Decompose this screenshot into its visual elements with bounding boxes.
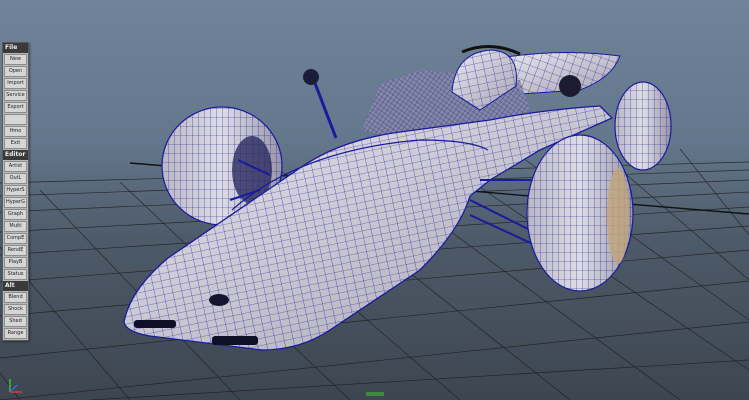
3d-viewport[interactable]	[0, 0, 749, 400]
menu-item-button[interactable]: CompE	[4, 233, 27, 244]
menu-item-button[interactable]: Import	[4, 78, 27, 89]
menu-item-button[interactable]: Blend	[4, 292, 27, 303]
menu-item-button[interactable]: OutL	[4, 173, 27, 184]
menu-item-button[interactable]: Multi	[4, 221, 27, 232]
menu-section-header: Alt	[3, 281, 28, 291]
menu-item-button[interactable]: New	[4, 54, 27, 65]
menu-item-button[interactable]: Service	[4, 90, 27, 101]
menu-item-button[interactable]: Exit	[4, 138, 27, 149]
menu-item-button[interactable]: RendE	[4, 245, 27, 256]
xyz-axis-icon	[6, 374, 28, 396]
menu-item-button[interactable]	[4, 114, 27, 125]
menu-item-button[interactable]: PlayB	[4, 257, 27, 268]
menu-item-button[interactable]: Hmo	[4, 126, 27, 137]
menu-item-button[interactable]: Export	[4, 102, 27, 113]
side-mirror[interactable]	[303, 69, 338, 139]
menu-item-button[interactable]: Shock	[4, 304, 27, 315]
menu-item-button[interactable]: HyperG	[4, 197, 27, 208]
menu-item-button[interactable]: Open	[4, 66, 27, 77]
menu-item-button[interactable]: Shed	[4, 316, 27, 327]
menu-section-header: Editor	[3, 150, 28, 160]
timeline-marker[interactable]	[366, 392, 384, 396]
command-shelf-panel: File New Open Import Service Export Hmo Exit Edi…	[2, 42, 29, 341]
menu-section-header: File	[3, 43, 28, 53]
menu-item-button[interactable]: Status	[4, 269, 27, 280]
rear-right-wheel[interactable]	[614, 81, 672, 171]
front-right-wheel[interactable]	[526, 134, 634, 292]
menu-item-button[interactable]: Artist	[4, 161, 27, 172]
menu-item-button[interactable]: HyperS	[4, 185, 27, 196]
menu-item-button[interactable]: Graph	[4, 209, 27, 220]
menu-item-button[interactable]: Range	[4, 328, 27, 339]
